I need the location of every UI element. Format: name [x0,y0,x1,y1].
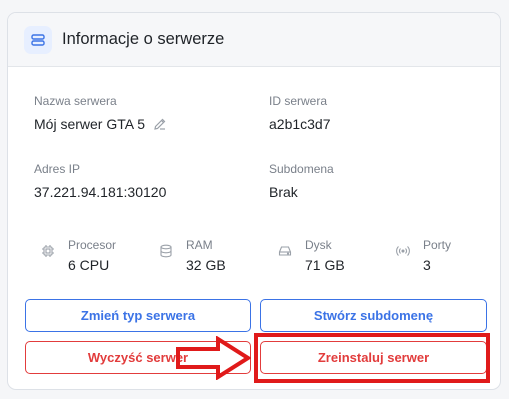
hard-drive-icon [277,243,293,259]
spec-ports-label: Porty [423,238,452,252]
card-title: Informacje o serwerze [62,30,225,48]
spec-cpu-label: Procesor [68,238,117,252]
create-subdomain-button[interactable]: Stwórz subdomenę [260,299,487,332]
spec-disk: Dysk 71 GB [277,238,345,273]
cpu-icon [40,243,56,259]
ip-address-field: Adres IP 37.221.94.181:30120 [34,162,166,200]
server-name-field: Nazwa serwera Mój serwer GTA 5 [34,94,167,132]
subdomain-value: Brak [269,184,298,200]
server-id-value: a2b1c3d7 [269,116,331,132]
server-name-value: Mój serwer GTA 5 [34,116,145,132]
spec-disk-label: Dysk [305,238,332,252]
spec-cpu: Procesor 6 CPU [40,238,116,273]
spec-ram: RAM 32 GB [158,238,226,273]
subdomain-label: Subdomena [269,162,334,176]
ip-address-value: 37.221.94.181:30120 [34,184,167,200]
ip-address-label: Adres IP [34,162,81,176]
change-server-type-button[interactable]: Zmień typ serwera [25,299,251,332]
broadcast-icon [395,243,411,259]
spec-ram-value: 32 GB [186,257,226,273]
spec-ports: Porty 3 [395,238,451,273]
server-name-label: Nazwa serwera [34,94,117,108]
spec-ram-label: RAM [186,238,213,252]
spec-cpu-value: 6 CPU [68,257,110,273]
server-id-label: ID serwera [269,94,328,108]
subdomain-field: Subdomena Brak [269,162,334,200]
highlight-box [254,333,490,383]
card-header: Informacje o serwerze [8,13,500,67]
spec-disk-value: 71 GB [305,257,345,273]
server-icon [24,25,52,54]
database-icon [158,243,174,259]
server-id-field: ID serwera a2b1c3d7 [269,94,331,132]
annotation-arrow-icon [176,336,251,380]
spec-ports-value: 3 [423,257,431,273]
edit-pencil-icon[interactable] [153,117,167,131]
